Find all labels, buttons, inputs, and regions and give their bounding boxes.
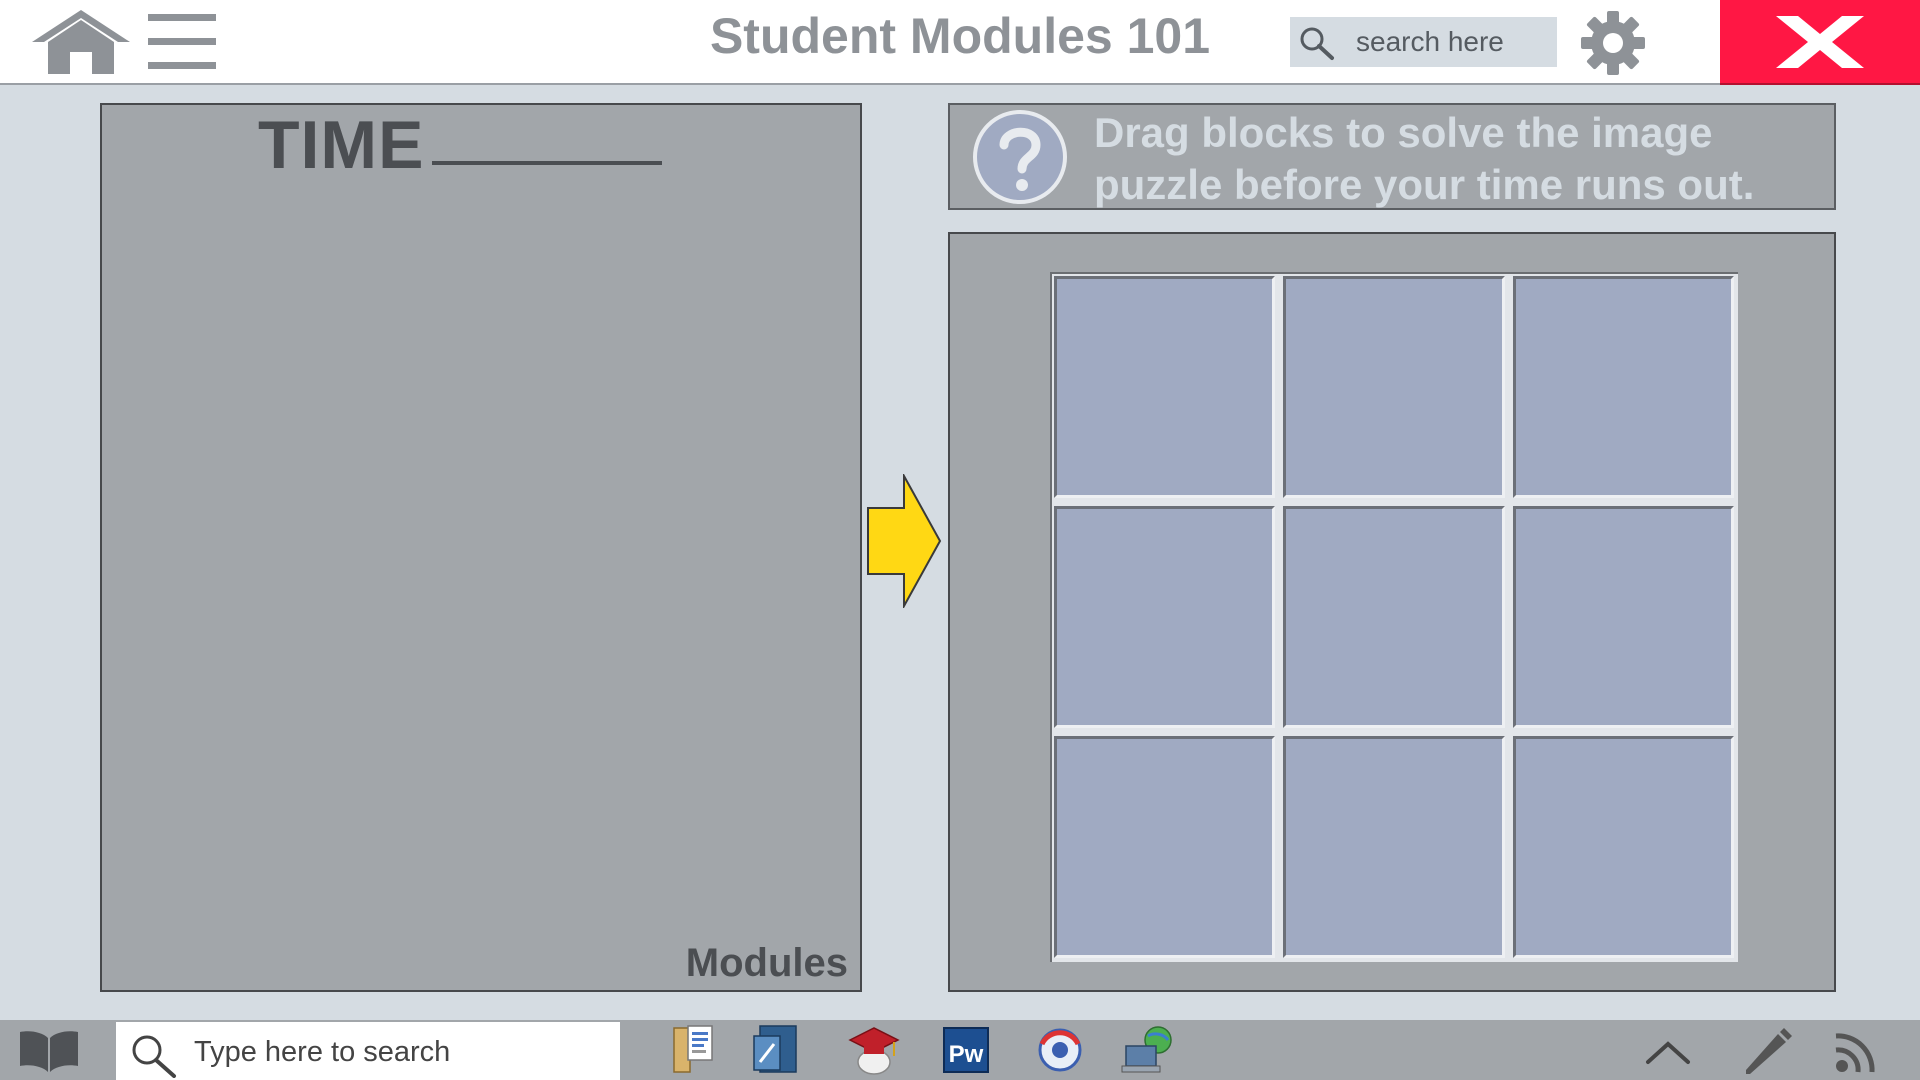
puzzle-panel [948, 232, 1836, 992]
instruction-line-1: Drag blocks to solve the image [1094, 109, 1713, 156]
gear-icon [1581, 11, 1645, 75]
pw-app-label: Pw [949, 1041, 984, 1068]
file-manager-icon[interactable] [664, 1024, 720, 1076]
search-icon [132, 1035, 176, 1078]
document-editor-icon[interactable] [748, 1024, 804, 1076]
browser-icon[interactable] [1032, 1024, 1088, 1076]
puzzle-block[interactable] [1283, 736, 1505, 958]
puzzle-block[interactable] [1283, 276, 1505, 498]
time-value-line [432, 161, 662, 165]
menu-button[interactable] [148, 14, 216, 70]
settings-button[interactable] [1580, 10, 1646, 76]
time-label: TIME [258, 107, 425, 183]
chevron-up-icon[interactable] [1640, 1026, 1696, 1076]
home-button[interactable] [30, 8, 132, 76]
home-icon [32, 10, 130, 74]
puzzle-block[interactable] [1283, 506, 1505, 728]
rss-feed-icon[interactable] [1830, 1026, 1886, 1076]
puzzle-block[interactable] [1054, 276, 1276, 498]
top-header: Student Modules 101 [0, 0, 1920, 85]
modules-label: Modules [685, 941, 848, 985]
taskbar-search-input[interactable] [194, 1032, 594, 1072]
page-title: Student Modules 101 [709, 8, 1211, 64]
puzzle-block[interactable] [1512, 736, 1734, 958]
pencil-icon[interactable] [1740, 1026, 1796, 1076]
hamburger-menu-icon [148, 14, 216, 69]
instruction-bar: Drag blocks to solve the image puzzle be… [948, 103, 1836, 210]
instruction-text: Drag blocks to solve the image puzzle be… [1094, 107, 1824, 211]
taskbar: Pw [0, 1020, 1920, 1080]
pw-app-icon[interactable]: Pw [938, 1024, 994, 1076]
taskbar-search[interactable] [116, 1022, 620, 1080]
start-button[interactable] [18, 1028, 80, 1074]
close-button[interactable] [1720, 0, 1920, 85]
puzzle-block[interactable] [1512, 506, 1734, 728]
puzzle-block[interactable] [1054, 736, 1276, 958]
puzzle-grid [1050, 272, 1738, 962]
open-book-icon [20, 1031, 78, 1072]
image-panel: TIME Modules [100, 103, 862, 992]
graduation-cap-icon[interactable] [846, 1024, 902, 1076]
header-search[interactable] [1290, 17, 1557, 67]
instruction-line-2: puzzle before your time runs out. [1094, 161, 1755, 208]
network-computer-icon[interactable] [1120, 1024, 1176, 1076]
search-input[interactable] [1356, 23, 1546, 61]
puzzle-block[interactable] [1512, 276, 1734, 498]
close-icon [1776, 16, 1864, 68]
puzzle-block[interactable] [1054, 506, 1276, 728]
search-icon [1300, 27, 1334, 60]
arrow-right-icon [867, 474, 942, 608]
question-mark-icon[interactable] [972, 109, 1068, 205]
